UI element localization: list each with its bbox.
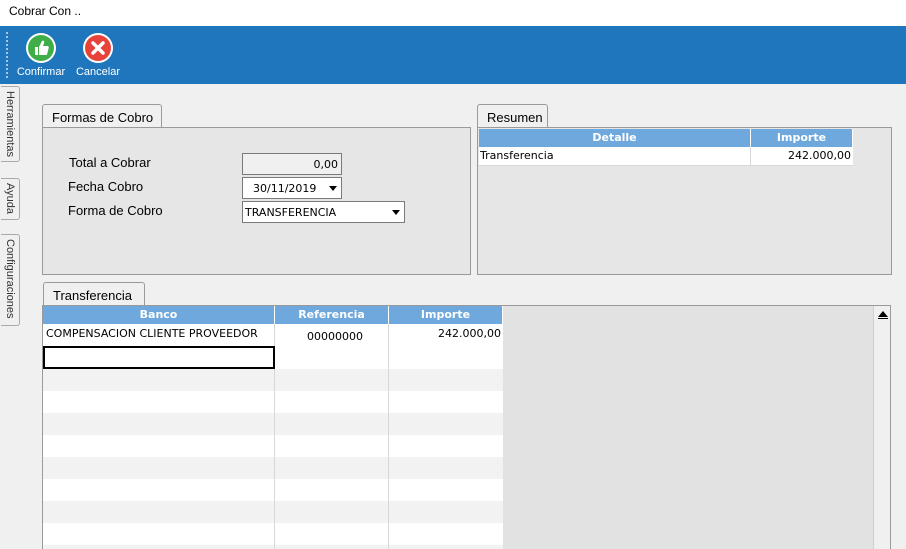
cell-banco: COMPENSACION CLIENTE PROVEEDOR bbox=[46, 327, 258, 340]
forma-select[interactable]: TRANSFERENCIA bbox=[242, 201, 405, 223]
grid-stripe bbox=[43, 545, 503, 549]
column-header-importe[interactable]: Importe bbox=[389, 306, 503, 324]
side-tab-configuraciones[interactable]: Configuraciones bbox=[1, 234, 20, 326]
tab-transferencia[interactable]: Transferencia bbox=[43, 282, 145, 305]
confirm-button[interactable]: Confirmar bbox=[12, 32, 70, 80]
total-field: 0,00 bbox=[242, 153, 342, 175]
cell-detalle: Transferencia bbox=[480, 149, 554, 162]
tab-resumen-label: Resumen bbox=[487, 110, 543, 125]
scroll-top-line bbox=[878, 318, 888, 319]
tab-formas-label: Formas de Cobro bbox=[52, 110, 154, 125]
vertical-scrollbar[interactable] bbox=[873, 306, 890, 549]
close-icon bbox=[83, 33, 113, 63]
window-title: Cobrar Con .. bbox=[9, 4, 82, 18]
column-header-importe[interactable]: Importe bbox=[751, 129, 853, 147]
grid-stripe bbox=[43, 413, 503, 435]
side-tab-ayuda[interactable]: Ayuda bbox=[1, 178, 20, 220]
fecha-value: 30/11/2019 bbox=[253, 182, 317, 195]
cell-importe: 242.000,00 bbox=[788, 149, 851, 162]
total-value: 0,00 bbox=[313, 158, 339, 171]
confirm-label: Confirmar bbox=[16, 66, 66, 78]
toolbar-grip[interactable] bbox=[6, 32, 8, 78]
forma-value: TRANSFERENCIA bbox=[245, 206, 337, 219]
grid-stripe bbox=[43, 457, 503, 479]
forma-label: Forma de Cobro bbox=[68, 203, 163, 218]
cell-importe: 242.000,00 bbox=[438, 327, 501, 340]
dropdown-arrow-icon[interactable] bbox=[392, 210, 400, 215]
column-header-detalle[interactable]: Detalle bbox=[479, 129, 751, 147]
fecha-label: Fecha Cobro bbox=[68, 179, 144, 194]
total-label: Total a Cobrar bbox=[69, 155, 151, 170]
tab-formas-de-cobro[interactable]: Formas de Cobro bbox=[42, 104, 162, 127]
thumbs-up-icon bbox=[26, 33, 56, 63]
cancel-label: Cancelar bbox=[75, 66, 121, 78]
table-row[interactable]: COMPENSACION CLIENTE PROVEEDOR 00000000 … bbox=[43, 324, 503, 346]
dropdown-arrow-icon[interactable] bbox=[329, 186, 337, 191]
scroll-up-icon[interactable] bbox=[878, 311, 888, 317]
new-row-banco-cell[interactable] bbox=[43, 346, 275, 369]
column-divider bbox=[750, 147, 751, 166]
column-header-referencia[interactable]: Referencia bbox=[275, 306, 389, 324]
side-tab-label: Herramientas bbox=[4, 91, 16, 158]
side-tab-herramientas[interactable]: Herramientas bbox=[1, 86, 20, 162]
toolbar: Confirmar Cancelar bbox=[0, 26, 906, 84]
side-tab-strip: Herramientas Ayuda Configuraciones bbox=[0, 84, 22, 549]
column-header-banco[interactable]: Banco bbox=[43, 306, 275, 324]
tab-transferencia-label: Transferencia bbox=[53, 288, 132, 303]
tab-resumen[interactable]: Resumen bbox=[477, 104, 548, 127]
side-tab-label: Configuraciones bbox=[4, 239, 16, 319]
cancel-button[interactable]: Cancelar bbox=[73, 32, 123, 80]
table-row[interactable]: Transferencia 242.000,00 bbox=[479, 147, 853, 166]
window-titlebar: Cobrar Con .. bbox=[0, 0, 906, 26]
column-divider bbox=[388, 324, 389, 549]
cell-referencia: 00000000 bbox=[307, 330, 363, 343]
grid-stripe bbox=[43, 369, 503, 391]
fecha-picker[interactable]: 30/11/2019 bbox=[242, 177, 342, 199]
side-tab-label: Ayuda bbox=[4, 183, 16, 214]
grid-stripe bbox=[43, 501, 503, 523]
